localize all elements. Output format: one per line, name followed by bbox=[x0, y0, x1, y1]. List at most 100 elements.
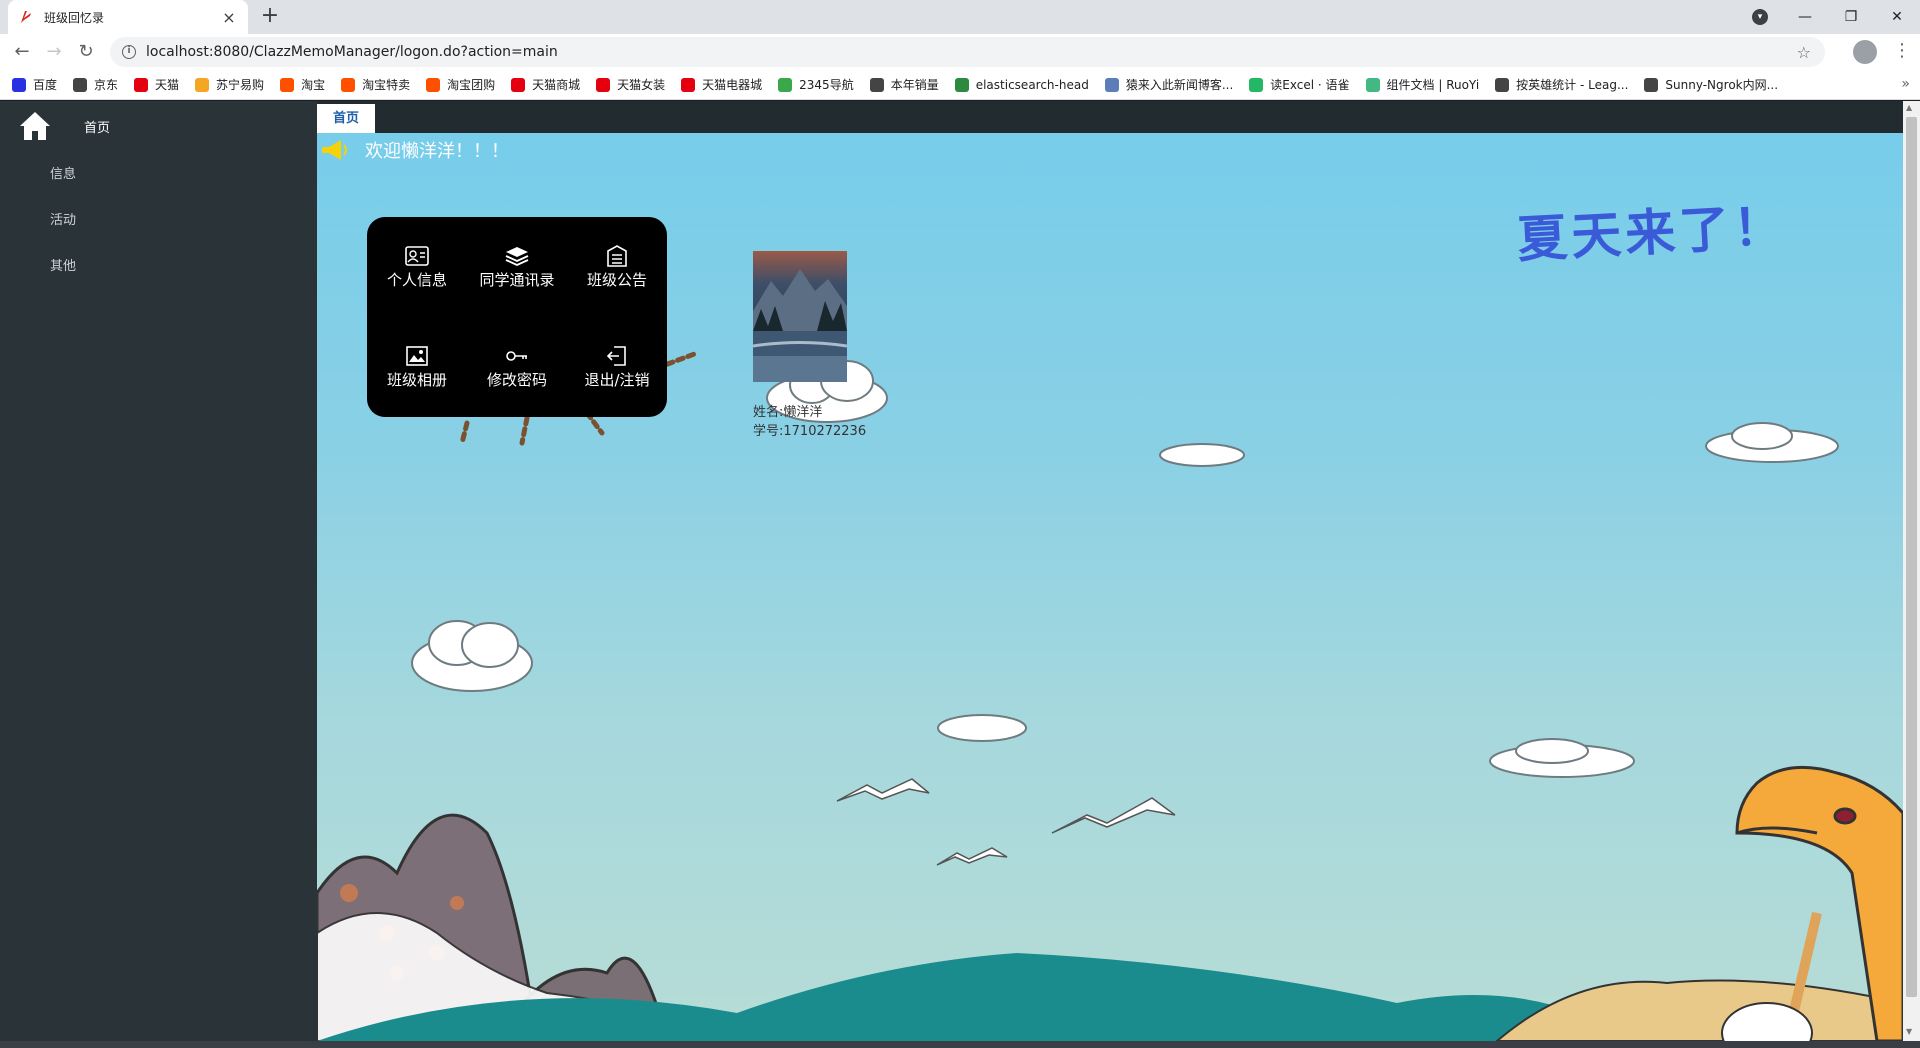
bookmark-label: 淘宝特卖 bbox=[362, 78, 411, 92]
sidebar: 首页 信息 活动 其他 bbox=[0, 101, 317, 1041]
tmall-icon bbox=[681, 77, 696, 92]
bookmark-label: 淘宝团购 bbox=[447, 78, 496, 92]
menu-logout[interactable]: 退出/注销 bbox=[567, 317, 667, 417]
leaf-icon bbox=[1365, 77, 1380, 92]
bookmark-item[interactable]: 天猫 bbox=[134, 76, 179, 93]
bookmark-item[interactable]: 淘宝特卖 bbox=[341, 76, 410, 93]
bookmark-item[interactable]: 百度 bbox=[12, 76, 57, 93]
menu-change-password[interactable]: 修改密码 bbox=[467, 317, 567, 417]
bookmark-item[interactable]: 组件文档 | RuoYi bbox=[1365, 76, 1480, 93]
browser-menu-icon[interactable]: ⋮ bbox=[1893, 40, 1911, 61]
menu-personal-info[interactable]: 个人信息 bbox=[367, 217, 467, 317]
sidebar-item-other[interactable]: 其他 bbox=[50, 255, 76, 274]
cloud bbox=[1159, 443, 1245, 467]
cloud bbox=[937, 714, 1027, 742]
bookmarks-bar: 百度 京东 天猫 苏宁易购 淘宝 淘宝特卖 淘宝团购 天猫商城 天猫女装 天猫电器城 2345导航 本… bbox=[0, 70, 1920, 100]
scroll-down-icon[interactable]: ▼ bbox=[1906, 1027, 1912, 1036]
sidebar-home[interactable]: 首页 bbox=[18, 109, 110, 143]
globe-icon bbox=[73, 77, 88, 92]
bookmark-label: 按英雄统计 - Leag... bbox=[1516, 78, 1629, 92]
bookmark-item[interactable]: 苏宁易购 bbox=[195, 76, 264, 93]
bookmark-item[interactable]: 猿来入此新闻博客... bbox=[1104, 76, 1233, 93]
tab-search-icon[interactable]: ▾ bbox=[1752, 9, 1768, 25]
browser-tab[interactable]: 班级回忆录 × bbox=[8, 0, 248, 34]
profile-name: 姓名:懒洋洋 bbox=[753, 405, 823, 420]
menu-class-notice[interactable]: 班级公告 bbox=[567, 217, 667, 317]
id-card-icon bbox=[405, 245, 429, 266]
profile-avatar-icon[interactable] bbox=[1853, 40, 1877, 64]
bookmark-item[interactable]: 2345导航 bbox=[778, 76, 854, 93]
notice-icon bbox=[607, 244, 627, 267]
menu-class-album[interactable]: 班级相册 bbox=[367, 317, 467, 417]
bookmark-label: 天猫 bbox=[155, 78, 180, 92]
globe-icon bbox=[1495, 77, 1510, 92]
forward-icon[interactable]: → bbox=[42, 40, 66, 64]
address-bar[interactable]: i localhost:8080/ClazzMemoManager/logon.… bbox=[110, 37, 1825, 67]
main-content: 首页 欢迎懒洋洋！！！ 夏天来了！ 个人信息 同学通讯录 班级公告 班级相册 修… bbox=[317, 101, 1903, 1041]
home-stage: 欢迎懒洋洋！！！ 夏天来了！ 个人信息 同学通讯录 班级公告 班级相册 修改密码… bbox=[317, 133, 1903, 1041]
scroll-up-icon[interactable]: ▲ bbox=[1906, 103, 1912, 112]
more-bookmarks-icon[interactable]: » bbox=[1901, 76, 1910, 92]
bookmark-label: elasticsearch-head bbox=[975, 77, 1089, 92]
bookmark-item[interactable]: Sunny-Ngrok内网... bbox=[1644, 76, 1778, 93]
taobao-icon bbox=[280, 77, 295, 92]
quick-menu-panel: 个人信息 同学通讯录 班级公告 班级相册 修改密码 退出/注销 bbox=[367, 217, 667, 417]
profile-photo[interactable] bbox=[753, 251, 847, 382]
logout-icon bbox=[606, 345, 626, 366]
bird bbox=[936, 847, 1008, 866]
bookmark-item[interactable]: elasticsearch-head bbox=[954, 77, 1089, 92]
back-icon[interactable]: ← bbox=[10, 40, 34, 64]
reload-icon[interactable]: ↻ bbox=[74, 40, 98, 64]
bookmark-label: 天猫女装 bbox=[617, 78, 666, 92]
window-close-icon[interactable]: ✕ bbox=[1874, 0, 1920, 34]
suning-icon bbox=[195, 77, 210, 92]
bookmark-label: 组件文档 | RuoYi bbox=[1386, 78, 1480, 92]
bookmark-item[interactable]: 天猫商城 bbox=[511, 76, 580, 93]
bookmark-item[interactable]: 淘宝团购 bbox=[426, 76, 495, 93]
bookmark-label: Sunny-Ngrok内网... bbox=[1665, 78, 1779, 92]
menu-label: 班级相册 bbox=[386, 370, 447, 389]
tmall-icon bbox=[596, 77, 611, 92]
globe-icon bbox=[869, 77, 884, 92]
sidebar-item-activity[interactable]: 活动 bbox=[50, 209, 76, 228]
bookmark-item[interactable]: 按英雄统计 - Leag... bbox=[1495, 76, 1628, 93]
megaphone-icon bbox=[322, 140, 347, 160]
bookmark-item[interactable]: 京东 bbox=[73, 76, 118, 93]
taobao-icon bbox=[426, 77, 441, 92]
cloud bbox=[1705, 422, 1839, 463]
taobao-icon bbox=[341, 77, 356, 92]
tab-close-icon[interactable]: × bbox=[220, 8, 238, 27]
url-text[interactable]: localhost:8080/ClazzMemoManager/logon.do… bbox=[146, 44, 1797, 60]
bookmark-label: 淘宝 bbox=[301, 78, 326, 92]
bookmark-label: 天猫商城 bbox=[532, 78, 581, 92]
page-tab-bar: 首页 bbox=[317, 101, 1903, 133]
yuque-icon bbox=[1249, 77, 1264, 92]
bookmark-item[interactable]: 天猫女装 bbox=[596, 76, 665, 93]
new-tab-button[interactable]: + bbox=[258, 5, 282, 29]
bookmark-item[interactable]: 本年销量 bbox=[869, 76, 939, 93]
home-icon bbox=[20, 112, 50, 140]
bookmark-item[interactable]: 天猫电器城 bbox=[681, 76, 762, 93]
bookmark-star-icon[interactable]: ☆ bbox=[1797, 43, 1811, 62]
sidebar-item-info[interactable]: 信息 bbox=[50, 163, 76, 182]
profile-student-id: 学号:1710272236 bbox=[753, 424, 867, 439]
bookmark-label: 2345导航 bbox=[799, 78, 854, 92]
page-scrollbar[interactable]: ▲ ▼ bbox=[1903, 101, 1920, 1041]
sand-dune bbox=[1495, 979, 1903, 1041]
bookmark-item[interactable]: 淘宝 bbox=[280, 76, 325, 93]
minimize-icon[interactable]: — bbox=[1782, 0, 1828, 34]
site-info-icon[interactable]: i bbox=[122, 45, 136, 59]
tab-home[interactable]: 首页 bbox=[317, 104, 375, 133]
scroll-thumb[interactable] bbox=[1906, 117, 1917, 997]
menu-label: 修改密码 bbox=[486, 370, 547, 389]
restore-icon[interactable]: ❐ bbox=[1828, 0, 1874, 34]
menu-label: 退出/注销 bbox=[584, 370, 650, 389]
menu-label: 同学通讯录 bbox=[479, 270, 555, 289]
menu-classmates-contacts[interactable]: 同学通讯录 bbox=[467, 217, 567, 317]
tmall-icon bbox=[511, 77, 526, 92]
bookmark-item[interactable]: 读Excel · 语雀 bbox=[1249, 76, 1350, 93]
bookmark-label: 百度 bbox=[33, 78, 58, 92]
bookmark-label: 苏宁易购 bbox=[216, 78, 265, 92]
cloud bbox=[411, 620, 533, 692]
bookmark-label: 天猫电器城 bbox=[702, 78, 763, 92]
